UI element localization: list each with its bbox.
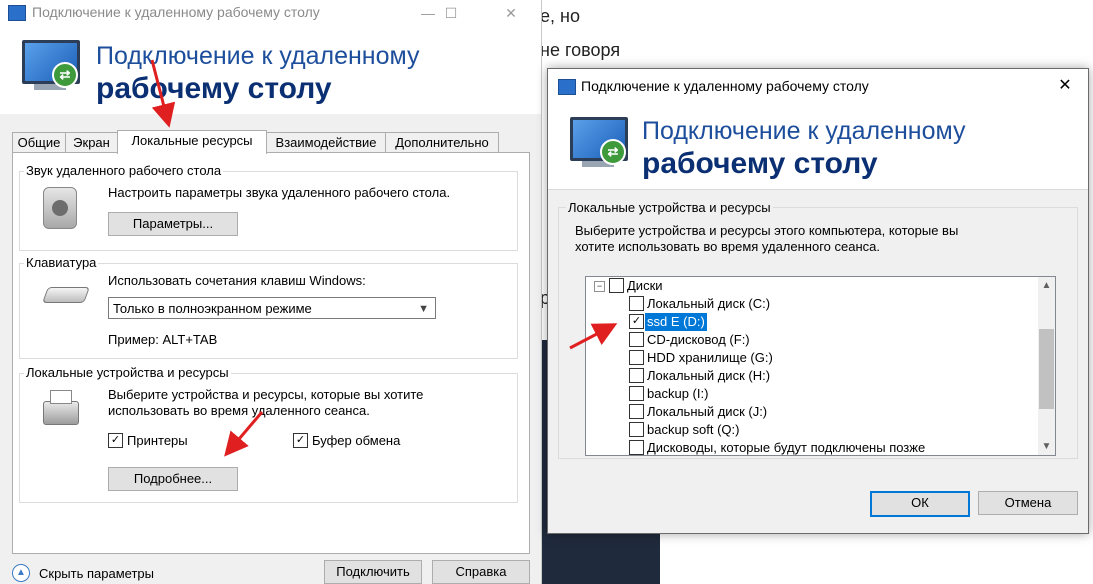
title-bar: Подключение к удаленному рабочему столу …	[548, 69, 1088, 103]
close-icon[interactable]: ✕	[1042, 69, 1088, 103]
maximize-icon[interactable]: ☐	[428, 0, 474, 26]
tree-checkbox[interactable]	[629, 332, 644, 347]
title-bar: Подключение к удаленному рабочему столу …	[0, 0, 541, 26]
hide-options-link[interactable]: Скрыть параметры	[39, 566, 154, 581]
chevron-down-icon: ▼	[418, 303, 429, 315]
background-text-line: не говоря	[540, 40, 621, 60]
drives-tree[interactable]: − Диски Локальный диск (C:) ✓ ssd E (D:)…	[585, 276, 1056, 456]
tree-label: Локальный диск (H:)	[647, 368, 771, 383]
banner-title-line2: рабочему столу	[642, 147, 878, 180]
tree-label: Локальный диск (C:)	[647, 296, 771, 311]
tree-checkbox[interactable]	[629, 386, 644, 401]
tree-checkbox[interactable]	[629, 350, 644, 365]
scroll-up-icon[interactable]: ▲	[1038, 277, 1055, 294]
group-title: Локальные устройства и ресурсы	[566, 200, 773, 215]
tree-label: Локальный диск (J:)	[647, 404, 768, 419]
keyboard-icon	[42, 287, 90, 303]
clipboard-label: Буфер обмена	[312, 433, 401, 448]
collapse-expander-icon[interactable]: −	[594, 281, 605, 292]
keyboard-example: Пример: ALT+TAB	[108, 332, 218, 347]
banner-title-line2: рабочему столу	[96, 72, 332, 105]
sound-group-title: Звук удаленного рабочего стола	[24, 163, 224, 178]
rdp-main-dialog: Подключение к удаленному рабочему столу …	[0, 0, 542, 584]
tab-advanced[interactable]: Дополнительно	[385, 132, 499, 153]
tree-label: Диски	[627, 278, 663, 293]
tree-label: Дисководы, которые будут подключены позж…	[647, 440, 926, 455]
tree-scrollbar[interactable]: ▲ ▼	[1038, 277, 1055, 455]
background-text-line: е, но	[540, 6, 580, 26]
tree-checkbox[interactable]	[629, 404, 644, 419]
local-devices-description-line1: Выберите устройства и ресурсы, которые в…	[108, 387, 424, 402]
connect-button[interactable]: Подключить	[324, 560, 422, 584]
printer-icon	[43, 390, 79, 425]
banner: ⇄ Подключение к удаленному рабочему стол…	[548, 103, 1088, 190]
tree-label: backup (I:)	[647, 386, 709, 401]
description-line1: Выберите устройства и ресурсы этого комп…	[575, 223, 959, 238]
tree-label: HDD хранилище (G:)	[647, 350, 773, 365]
collapse-options-icon[interactable]: ▲	[12, 564, 30, 582]
tab-local-resources[interactable]: Локальные ресурсы	[117, 130, 267, 154]
tab-panel: Звук удаленного рабочего стола Настроить…	[12, 152, 530, 554]
clipboard-checkbox[interactable]: ✓	[293, 433, 308, 448]
sound-group	[19, 171, 518, 251]
keyboard-description: Использовать сочетания клавиш Windows:	[108, 273, 366, 288]
tree-label: ssd E (D:)	[645, 313, 707, 331]
rdp-app-icon	[558, 79, 576, 95]
banner-title-line1: Подключение к удаленному	[96, 42, 420, 70]
speaker-icon	[43, 187, 77, 229]
ok-button[interactable]: ОК	[870, 491, 970, 517]
tab-experience[interactable]: Взаимодействие	[266, 132, 386, 153]
tree-checkbox[interactable]	[629, 296, 644, 311]
tree-checkbox[interactable]	[609, 278, 624, 293]
printers-checkbox[interactable]: ✓	[108, 433, 123, 448]
tree-checkbox[interactable]: ✓	[629, 314, 644, 329]
sound-description: Настроить параметры звука удаленного раб…	[108, 185, 451, 200]
help-button[interactable]: Справка	[432, 560, 530, 584]
rdp-app-icon	[8, 5, 26, 21]
window-title: Подключение к удаленному рабочему столу	[581, 78, 869, 94]
local-devices-dialog: Подключение к удаленному рабочему столу …	[547, 68, 1089, 534]
tab-display[interactable]: Экран	[65, 132, 118, 153]
more-devices-button[interactable]: Подробнее...	[108, 467, 238, 491]
tree-checkbox[interactable]	[629, 368, 644, 383]
tree-label: backup soft (Q:)	[647, 422, 740, 437]
description-line2: хотите использовать во время удаленного …	[575, 239, 880, 254]
scroll-thumb[interactable]	[1039, 329, 1054, 409]
keyboard-shortcuts-select[interactable]: Только в полноэкранном режиме ▼	[108, 297, 436, 319]
close-icon[interactable]: ✕	[488, 0, 534, 26]
local-devices-group-title: Локальные устройства и ресурсы	[24, 365, 231, 380]
keyboard-select-value: Только в полноэкранном режиме	[113, 301, 312, 316]
tree-checkbox[interactable]	[629, 422, 644, 437]
tree-checkbox[interactable]	[629, 440, 644, 455]
cancel-button[interactable]: Отмена	[978, 491, 1078, 515]
tab-general[interactable]: Общие	[12, 132, 66, 153]
local-devices-description-line2: использовать во время удаленного сеанса.	[108, 403, 370, 418]
printers-label: Принтеры	[127, 433, 188, 448]
banner-title-line1: Подключение к удаленному	[642, 117, 966, 145]
tree-label: CD-дисковод (F:)	[647, 332, 750, 347]
banner: ⇄ Подключение к удаленному рабочему стол…	[0, 26, 541, 114]
scroll-down-icon[interactable]: ▼	[1038, 438, 1055, 455]
keyboard-group-title: Клавиатура	[24, 255, 99, 270]
sound-settings-button[interactable]: Параметры...	[108, 212, 238, 236]
window-title: Подключение к удаленному рабочему столу	[32, 4, 320, 20]
